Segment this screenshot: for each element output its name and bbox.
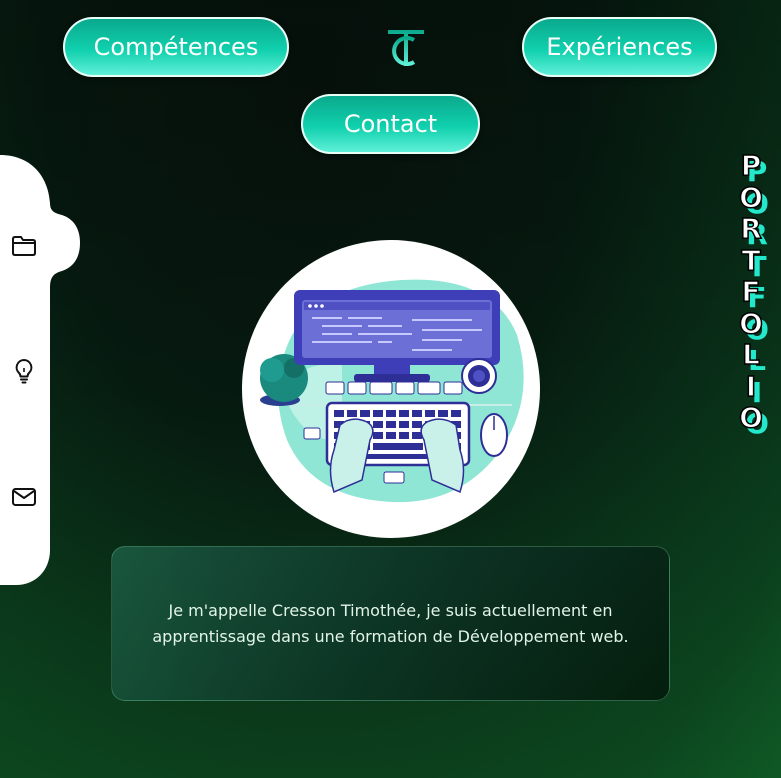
developer-illustration <box>242 240 540 538</box>
portfolio-letter: R <box>739 212 762 245</box>
portfolio-letter: T <box>741 243 762 277</box>
intro-card: Je m'appelle Cresson Timothée, je suis a… <box>111 546 670 701</box>
portfolio-letter: L <box>741 338 760 371</box>
portfolio-letter: I <box>745 369 757 403</box>
portfolio-vertical-title: P O R T F O L I O <box>731 149 771 434</box>
logo[interactable] <box>384 26 428 70</box>
portfolio-letter: P <box>740 149 762 182</box>
contact-button[interactable]: Contact <box>301 94 480 154</box>
portfolio-letter: O <box>738 401 763 434</box>
lightbulb-icon[interactable] <box>10 357 38 385</box>
intro-text: Je m'appelle Cresson Timothée, je suis a… <box>152 600 629 646</box>
portfolio-letter: O <box>738 306 763 340</box>
competences-button[interactable]: Compétences <box>63 17 289 77</box>
mail-icon[interactable] <box>10 483 38 511</box>
tc-monogram-icon <box>388 30 424 66</box>
side-navigation <box>0 155 80 585</box>
portfolio-letter: F <box>741 275 762 308</box>
folder-icon[interactable] <box>10 232 38 260</box>
portfolio-letter: O <box>738 180 763 214</box>
experiences-button[interactable]: Expériences <box>522 17 717 77</box>
